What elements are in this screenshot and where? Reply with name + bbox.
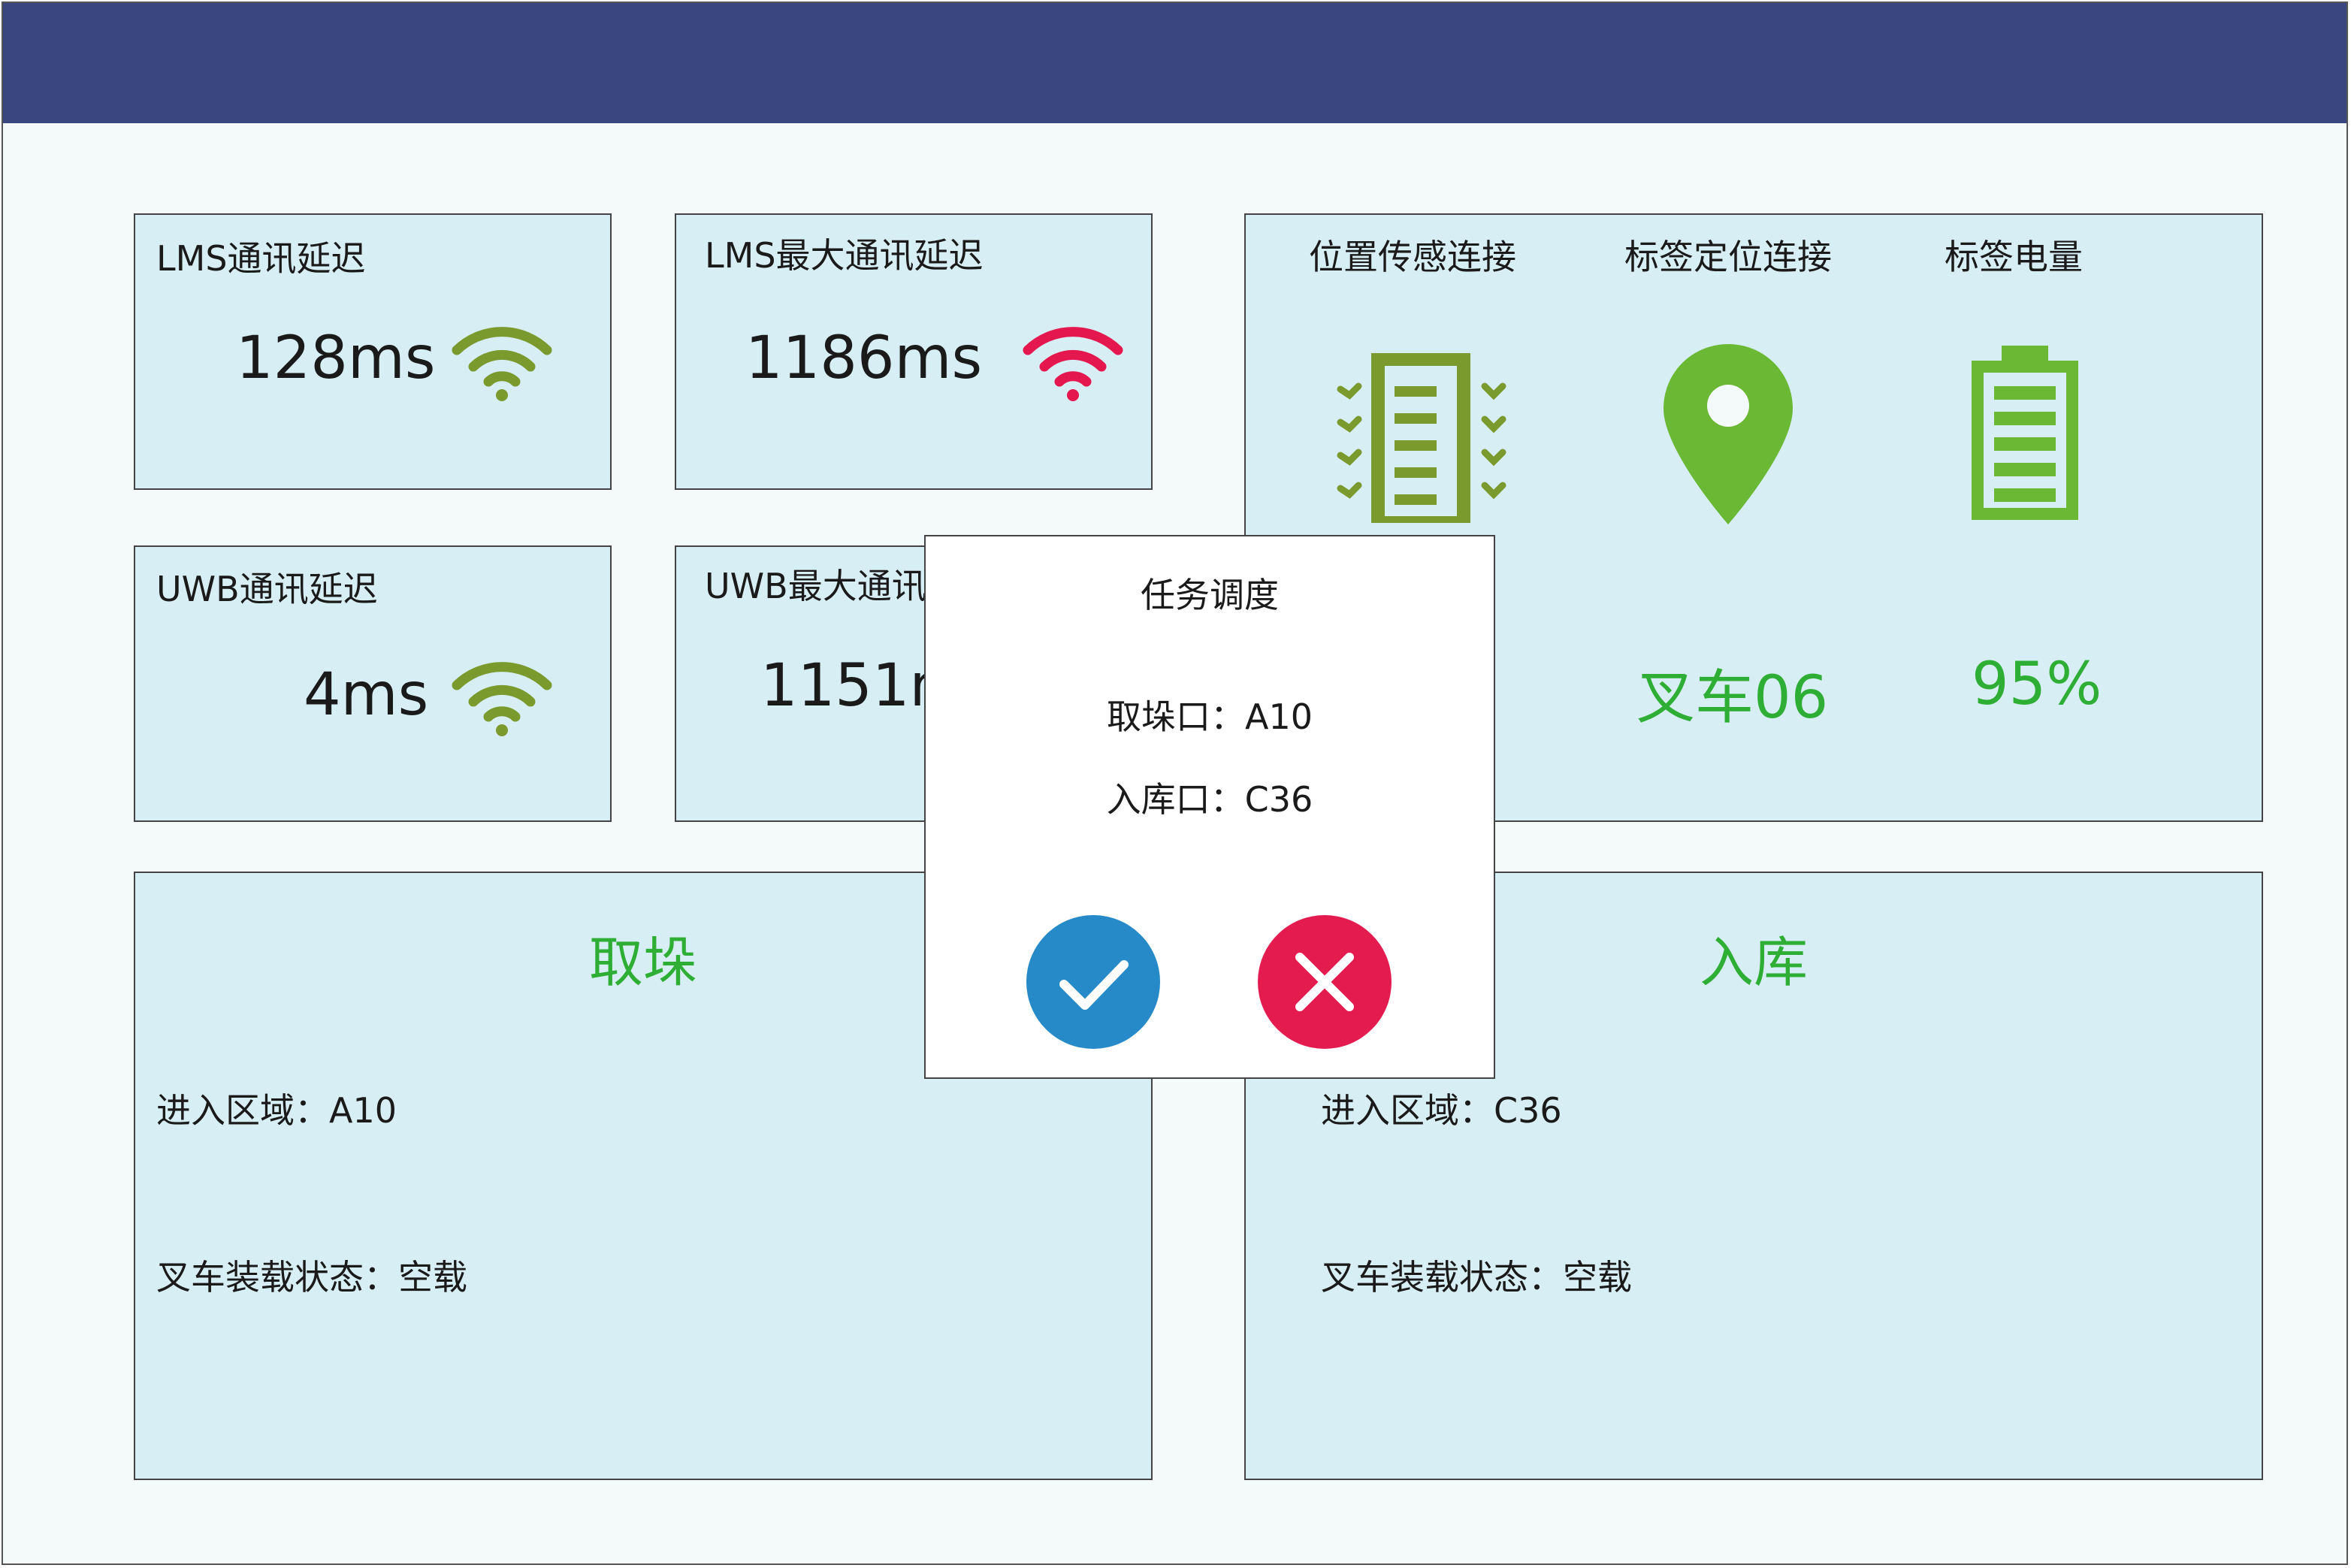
lms-delay-label: LMS通讯延迟 (156, 238, 366, 279)
pickup-load-status: 叉车装载状态：空载 (156, 1257, 467, 1298)
position-sensor-label: 位置传感连接 (1309, 237, 1516, 277)
location-pin-icon (1661, 341, 1796, 526)
wifi-signal-bad-icon (1022, 320, 1124, 401)
check-icon (1059, 960, 1129, 1010)
dialog-title: 任务调度 (1141, 575, 1279, 615)
lms-delay-card: LMS通讯延迟 128ms (134, 213, 612, 490)
close-icon (1295, 953, 1354, 1011)
battery-icon (1972, 344, 2078, 520)
tag-location-value: 叉车06 (1636, 664, 1829, 732)
wifi-signal-good-icon (451, 655, 553, 736)
uwb-delay-value: 4ms (304, 661, 429, 729)
uwb-delay-card: UWB通讯延迟 4ms (134, 545, 612, 822)
dialog-pickup-port: 取垛口：A10 (1106, 696, 1313, 737)
pickup-area: 进入区域：A10 (156, 1090, 397, 1131)
sensor-icon (1336, 353, 1513, 523)
lms-max-delay-card: LMS最大通讯延迟 1186ms (675, 213, 1153, 490)
header-bar (3, 3, 2346, 123)
task-dispatch-dialog: 任务调度 取垛口：A10 入库口：C36 (924, 535, 1495, 1079)
lms-delay-value: 128ms (236, 325, 436, 392)
tag-battery-value: 95% (1972, 651, 2102, 718)
confirm-button[interactable] (1026, 915, 1160, 1049)
app-window: LMS通讯延迟 128ms LMS最大通讯延迟 1186ms UWB通讯延迟 4 (2, 2, 2348, 1565)
lms-max-delay-value: 1186ms (745, 325, 983, 392)
tag-location-label: 标签定位连接 (1624, 237, 1832, 277)
storage-area: 进入区域：C36 (1321, 1090, 1562, 1131)
dialog-storage-port: 入库口：C36 (1106, 779, 1313, 820)
tag-battery-label: 标签电量 (1945, 237, 2083, 277)
storage-load-status: 叉车装载状态：空载 (1321, 1257, 1632, 1298)
lms-max-delay-label: LMS最大通讯延迟 (705, 235, 984, 276)
uwb-delay-label: UWB通讯延迟 (156, 569, 378, 609)
cancel-button[interactable] (1258, 915, 1392, 1049)
wifi-signal-good-icon (451, 320, 553, 401)
